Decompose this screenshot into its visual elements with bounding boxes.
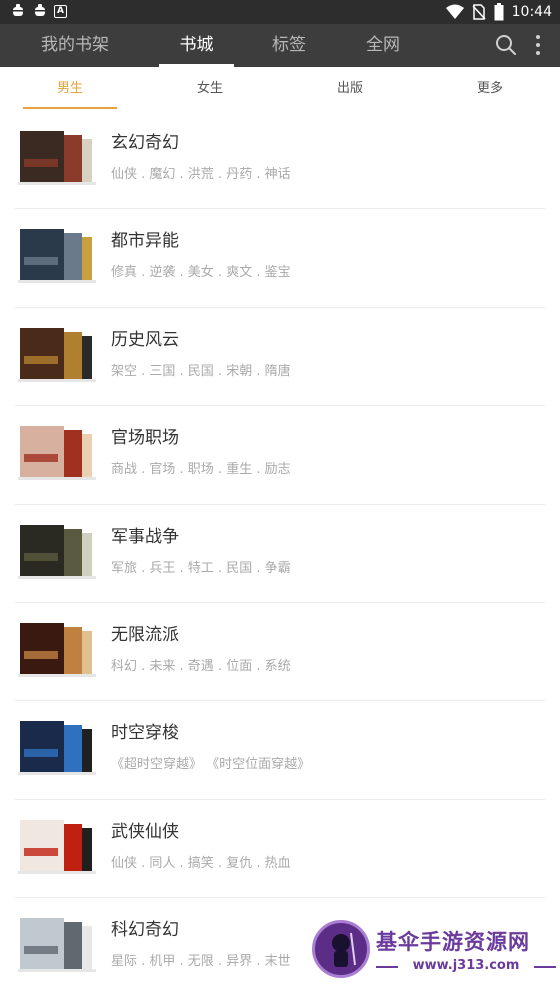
category-title: 武侠仙侠 — [111, 821, 179, 842]
category-cover-image — [18, 918, 96, 973]
category-item[interactable]: 官场职场商战 . 官场 . 职场 . 重生 . 励志 — [0, 406, 560, 505]
category-list: 玄幻奇幻仙侠 . 魔幻 . 洪荒 . 丹药 . 神话都市异能修真 . 逆袭 . … — [0, 111, 560, 995]
category-tags: 《超时空穿越》 《时空位面穿越》 — [111, 757, 311, 773]
top-nav-bar: 我的书架 书城 标签 全网 — [0, 24, 560, 67]
wifi-icon — [445, 4, 464, 19]
subtab-publish[interactable]: 出版 — [303, 67, 397, 111]
category-cover-image — [18, 819, 96, 874]
tab-web[interactable]: 全网 — [348, 24, 418, 67]
category-title: 时空穿梭 — [111, 723, 179, 744]
category-title: 官场职场 — [111, 428, 179, 449]
watermark-url: www.j313.com — [412, 958, 520, 973]
tab-bookstore[interactable]: 书城 — [159, 24, 234, 67]
category-title: 无限流派 — [111, 624, 179, 645]
status-time: 10:44 — [511, 4, 552, 20]
category-tags: 修真 . 逆袭 . 美女 . 爽文 . 鉴宝 — [111, 265, 291, 281]
category-cover-image — [18, 426, 96, 481]
category-cover-image — [18, 327, 96, 382]
category-cover-image — [18, 622, 96, 677]
watermark-divider — [534, 966, 556, 968]
category-item[interactable]: 历史风云架空 . 三国 . 民国 . 宋朝 . 隋唐 — [0, 308, 560, 407]
category-tags: 架空 . 三国 . 民国 . 宋朝 . 隋唐 — [111, 363, 291, 379]
battery-icon — [494, 3, 504, 21]
status-bar-right-icons: 10:44 — [445, 2, 552, 22]
category-tags: 星际 . 机甲 . 无限 . 异界 . 末世 — [111, 954, 291, 970]
subtab-more[interactable]: 更多 — [443, 67, 537, 111]
category-title: 都市异能 — [111, 231, 179, 252]
category-title: 科幻奇幻 — [111, 920, 179, 941]
active-subtab-indicator — [23, 107, 117, 109]
category-tags: 商战 . 官场 . 职场 . 重生 . 励志 — [111, 462, 291, 478]
bug-icon — [11, 4, 25, 16]
category-title: 军事战争 — [111, 526, 179, 547]
more-vert-icon[interactable] — [525, 32, 551, 58]
category-tags: 仙侠 . 魔幻 . 洪荒 . 丹药 . 神话 — [111, 167, 291, 182]
subtab-male[interactable]: 男生 — [23, 67, 117, 111]
a-icon: A — [54, 4, 67, 18]
category-cover-image — [18, 524, 96, 579]
status-bar: A 10:44 — [0, 0, 560, 24]
subtab-female[interactable]: 女生 — [163, 67, 257, 111]
category-item[interactable]: 无限流派科幻 . 未来 . 奇遇 . 位面 . 系统 — [0, 603, 560, 702]
watermark-logo-icon — [312, 920, 370, 978]
category-title: 历史风云 — [111, 329, 179, 350]
watermark-title: 基伞手游资源网 — [376, 930, 530, 954]
category-item[interactable]: 玄幻奇幻仙侠 . 魔幻 . 洪荒 . 丹药 . 神话 — [0, 111, 560, 210]
tab-bookshelf[interactable]: 我的书架 — [20, 24, 130, 67]
category-title: 玄幻奇幻 — [111, 133, 179, 153]
search-icon[interactable] — [493, 32, 519, 58]
category-item[interactable]: 都市异能修真 . 逆袭 . 美女 . 爽文 . 鉴宝 — [0, 209, 560, 308]
category-item[interactable]: 军事战争军旅 . 兵王 . 特工 . 民国 . 争霸 — [0, 505, 560, 603]
category-tags: 军旅 . 兵王 . 特工 . 民国 . 争霸 — [111, 560, 291, 576]
category-sub-tabs: 男生 女生 出版 更多 — [0, 67, 560, 111]
category-tags: 仙侠 . 同人 . 搞笑 . 复仇 . 热血 — [111, 855, 291, 871]
category-tags: 科幻 . 未来 . 奇遇 . 位面 . 系统 — [111, 658, 291, 674]
category-item[interactable]: 时空穿梭《超时空穿越》 《时空位面穿越》 — [0, 701, 560, 800]
category-cover-image — [18, 131, 96, 185]
tab-tags[interactable]: 标签 — [254, 24, 324, 67]
no-sim-icon — [472, 4, 486, 20]
bug-icon — [33, 4, 47, 16]
category-cover-image — [18, 229, 96, 284]
category-item[interactable]: 武侠仙侠仙侠 . 同人 . 搞笑 . 复仇 . 热血 — [0, 800, 560, 899]
category-cover-image — [18, 721, 96, 776]
watermark: 基伞手游资源网 www.j313.com — [312, 918, 560, 982]
status-bar-left-icons: A — [10, 3, 67, 19]
